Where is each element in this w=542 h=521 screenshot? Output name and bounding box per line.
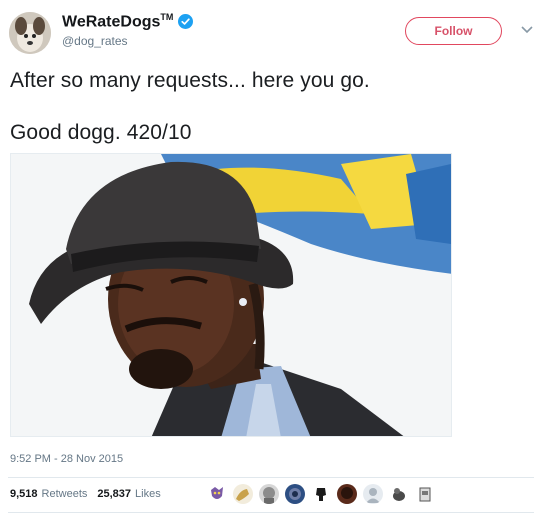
likes-stat[interactable]: 25,837 Likes (97, 488, 160, 500)
tweet-stats: 9,518 Retweets 25,837 Likes (10, 488, 161, 500)
tweet-text-line-1: After so many requests... here you go. (10, 69, 370, 92)
liker-avatar-4[interactable] (285, 484, 305, 504)
user-handle[interactable]: @dog_rates (62, 34, 128, 48)
trademark-symbol: TM (160, 12, 174, 22)
liker-avatar-5[interactable] (311, 484, 331, 504)
retweets-label: Retweets (41, 488, 88, 500)
follow-button[interactable]: Follow (405, 17, 502, 45)
retweets-count: 9,518 (10, 488, 38, 500)
likes-count: 25,837 (97, 488, 132, 500)
liker-avatar-1[interactable] (207, 484, 227, 504)
liker-avatar-7[interactable] (363, 484, 383, 504)
author-name-row: WeRateDogsTM (62, 12, 194, 31)
likes-label: Likes (135, 488, 161, 500)
chevron-down-icon[interactable] (521, 26, 533, 34)
divider (8, 477, 534, 478)
tweet-timestamp[interactable]: 9:52 PM - 28 Nov 2015 (10, 453, 123, 465)
tweet-text-line-2: Good dogg. 420/10 (10, 121, 192, 144)
liker-avatar-9[interactable] (415, 484, 435, 504)
tweet-photo[interactable] (10, 153, 452, 437)
verified-badge-icon (178, 14, 194, 30)
liker-avatar-8[interactable] (389, 484, 409, 504)
liker-avatars (207, 484, 435, 504)
photo-of-man-in-hat-icon (11, 154, 451, 436)
display-name[interactable]: WeRateDogsTM (62, 12, 173, 31)
liker-avatar-6[interactable] (337, 484, 357, 504)
divider-bottom (8, 512, 534, 513)
liker-avatar-2[interactable] (233, 484, 253, 504)
retweets-stat[interactable]: 9,518 Retweets (10, 488, 87, 500)
avatar[interactable] (9, 12, 51, 54)
liker-avatar-3[interactable] (259, 484, 279, 504)
